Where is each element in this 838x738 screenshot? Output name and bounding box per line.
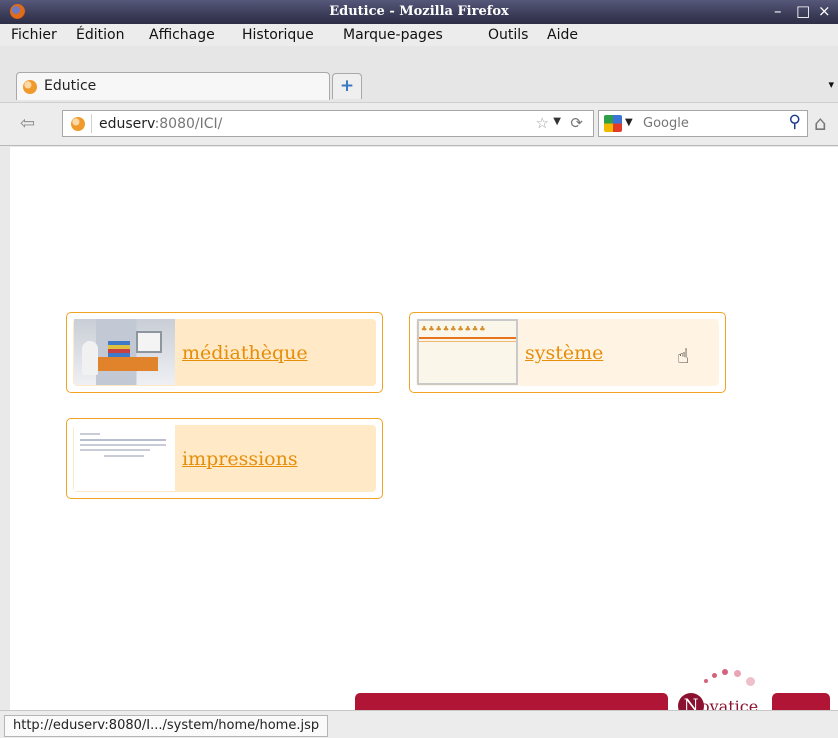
thumbnail-line [80, 444, 166, 446]
menu-fichier[interactable]: Fichier [11, 27, 57, 43]
tile-mediatheque[interactable]: médiathèque [66, 312, 383, 393]
search-engine-chevron-down-icon[interactable]: ▼ [625, 117, 633, 128]
new-tab-button[interactable]: + [332, 73, 362, 99]
tab-edutice[interactable]: Edutice [16, 72, 330, 100]
thumbnail-line [80, 439, 166, 441]
menu-historique[interactable]: Historique [242, 27, 314, 43]
thumbnail-divider [419, 337, 516, 339]
impressions-thumbnail[interactable] [74, 425, 175, 491]
site-favicon-icon [71, 117, 85, 131]
search-icon[interactable]: ⚲ [789, 112, 801, 132]
tile-link-systeme[interactable]: système [525, 342, 603, 364]
google-icon[interactable] [604, 115, 622, 132]
person-shape [82, 341, 98, 375]
tab-strip: Edutice + ▾ [0, 46, 838, 102]
close-button[interactable]: × [818, 3, 831, 19]
menu-aide[interactable]: Aide [547, 27, 578, 43]
search-input[interactable] [643, 114, 763, 133]
tile-impressions[interactable]: impressions [66, 418, 383, 499]
menu-outils[interactable]: Outils [488, 27, 528, 43]
status-bar: http://eduserv:8080/I.../system/home/hom… [0, 710, 838, 738]
thumbnail-line [104, 455, 144, 457]
edutice-favicon-icon [23, 80, 37, 94]
systeme-thumbnail[interactable]: ♣♣♣♣♣♣♣♣♣ [417, 319, 518, 385]
menu-marque-pages[interactable]: Marque-pages [343, 27, 443, 43]
star-icon[interactable]: ☆ [536, 114, 549, 132]
desk-shape [98, 357, 158, 371]
page-content: médiathèque ♣♣♣♣♣♣♣♣♣ système impression… [10, 147, 838, 720]
reload-icon[interactable]: ⟳ [570, 114, 583, 132]
monitor-shape [136, 331, 162, 353]
menu-bar: Fichier Édition Affichage Historique Mar… [0, 24, 838, 46]
window-titlebar: Edutice - Mozilla Firefox – □ × [0, 0, 838, 24]
tab-list-chevron-down-icon[interactable]: ▾ [828, 78, 834, 91]
logo-dot [712, 673, 717, 678]
back-icon[interactable]: ⇦ [20, 113, 35, 134]
thumbnail-line [80, 433, 100, 435]
minimize-button[interactable]: – [774, 3, 782, 19]
books-shape [108, 341, 130, 357]
url-history-chevron-down-icon[interactable]: ▼ [553, 116, 561, 127]
window-title: Edutice - Mozilla Firefox [329, 4, 509, 19]
maximize-button[interactable]: □ [796, 3, 810, 19]
logo-dot [722, 669, 728, 675]
mediatheque-thumbnail[interactable] [74, 319, 175, 385]
url-text[interactable]: eduserv:8080/ICI/ [99, 116, 222, 132]
menu-edition[interactable]: Édition [76, 27, 124, 43]
logo-dot [704, 679, 708, 683]
thumbnail-divider [419, 341, 516, 342]
search-box[interactable]: ▼ ⚲ [598, 110, 808, 137]
url-bar[interactable]: eduserv:8080/ICI/ ☆ ▼ ⟳ [62, 110, 594, 137]
thumbnail-icons-row: ♣♣♣♣♣♣♣♣♣ [421, 325, 487, 333]
status-link-url: http://eduserv:8080/I.../system/home/hom… [4, 715, 329, 737]
url-separator [91, 114, 92, 133]
url-path: :8080/ICI/ [154, 116, 223, 132]
hand-cursor-icon: ☝ [677, 344, 690, 368]
tile-link-mediatheque[interactable]: médiathèque [182, 342, 308, 364]
tab-label: Edutice [44, 78, 97, 94]
logo-dot [734, 670, 741, 677]
url-host: eduserv [99, 116, 155, 132]
logo-dot [746, 677, 755, 686]
home-icon[interactable]: ⌂ [814, 111, 827, 135]
tile-link-impressions[interactable]: impressions [182, 448, 298, 470]
thumbnail-line [80, 449, 150, 451]
navigation-toolbar: ⇦ eduserv:8080/ICI/ ☆ ▼ ⟳ ▼ ⚲ ⌂ [0, 102, 838, 146]
menu-affichage[interactable]: Affichage [149, 27, 215, 43]
